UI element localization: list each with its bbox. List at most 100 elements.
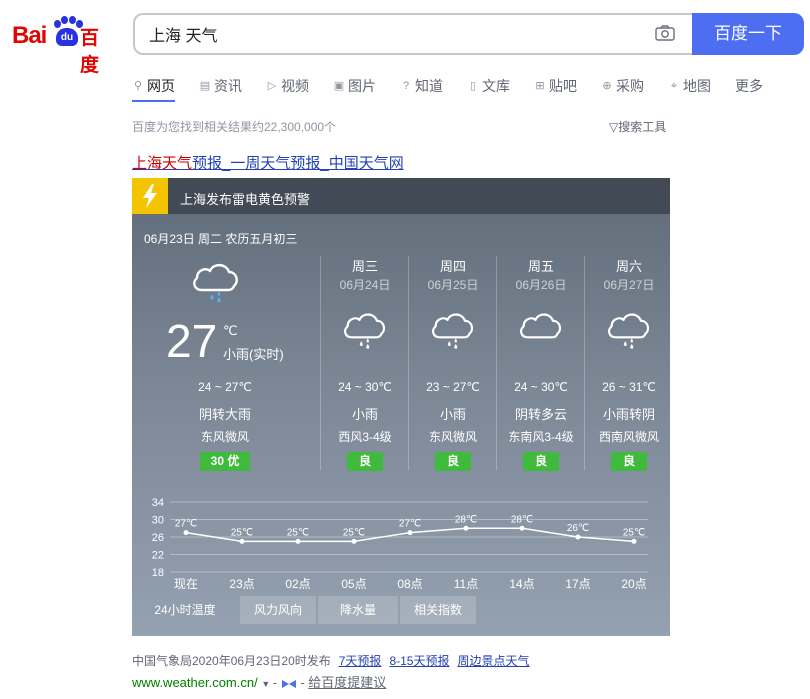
search-icon: ⚲	[133, 80, 143, 92]
result-url[interactable]: www.weather.com.cn/	[132, 675, 258, 690]
doc-icon: ▯	[469, 80, 477, 92]
point-label: 27℃	[399, 519, 421, 530]
point-label: 27℃	[175, 519, 197, 530]
point-label: 25℃	[343, 527, 365, 538]
link-7day[interactable]: 7天预报	[339, 654, 382, 668]
logo-du-text: du	[56, 28, 78, 46]
tab-5[interactable]: ▯ 文库	[467, 76, 510, 96]
x-tick-label: 14点	[509, 577, 534, 591]
temperature-unit: ℃	[223, 323, 238, 338]
today-condition: 阴转大雨	[198, 407, 251, 422]
link-8-15day[interactable]: 8-15天预报	[389, 654, 449, 668]
forecast-wind: 西风3-4级	[338, 430, 392, 444]
x-tick-label: 23点	[229, 577, 254, 591]
today-aqi-badge[interactable]: 30 优	[200, 452, 250, 471]
tab-label: 贴吧	[549, 78, 577, 94]
forecast-condition: 小雨转阴	[602, 407, 655, 422]
forecast-aqi-badge[interactable]: 良	[523, 452, 559, 471]
bow-icon	[281, 679, 296, 688]
point-label: 25℃	[623, 527, 645, 538]
search-button[interactable]: 百度一下	[692, 13, 804, 55]
tab-8[interactable]: ⌖ 地图	[668, 76, 711, 96]
current-temperature: 27	[166, 315, 218, 367]
x-tick-label: 11点	[454, 577, 478, 591]
forecast-aqi-badge[interactable]: 良	[347, 452, 383, 471]
today-wind: 东风微风	[200, 430, 249, 444]
baidu-logo[interactable]: Bai du 百度	[12, 16, 116, 76]
point-label: 25℃	[287, 527, 309, 538]
tab-label: 图片	[348, 78, 376, 94]
forecast-day[interactable]: 周四 06月25日 23 ~ 27℃ 小雨 东风微风良	[408, 256, 496, 471]
forecast-day-name: 周三	[351, 259, 378, 274]
chart-tab-0[interactable]: 24小时温度	[132, 596, 238, 624]
chart-tab-3[interactable]: 相关指数	[400, 596, 476, 624]
result-count: 百度为您找到相关结果约22,300,000个	[132, 120, 337, 134]
weather-card[interactable]: 上海发布雷电黄色预警 06月23日 周二 农历五月初三 27 ℃ 小雨(实时) …	[132, 178, 670, 636]
camera-icon[interactable]	[655, 25, 675, 41]
tab-6[interactable]: ⊞ 贴吧	[534, 76, 577, 96]
tab-label: 资讯	[214, 78, 242, 94]
forecast-day-date: 06月26日	[515, 278, 567, 292]
tab-2[interactable]: ▷ 视频	[266, 76, 309, 96]
tab-1[interactable]: ▤ 资讯	[199, 76, 242, 96]
result-title-highlight: 上海天气	[132, 155, 193, 172]
forecast-temp-range: 26 ~ 31℃	[602, 380, 656, 394]
tab-0[interactable]: ⚲ 网页	[132, 76, 175, 102]
temperature-point	[183, 530, 189, 536]
search-tools[interactable]: ▽搜索工具	[609, 118, 666, 135]
chart-tab-2[interactable]: 降水量	[318, 596, 398, 624]
tab-4[interactable]: ? 知道	[400, 76, 443, 96]
temperature-point	[295, 538, 301, 544]
forecast-day-name: 周四	[439, 259, 466, 274]
filter-icon: ▽	[609, 120, 619, 134]
tab-9[interactable]: 更多	[735, 76, 763, 96]
logo-cn-text: 百度	[80, 28, 100, 76]
tab-label: 文库	[482, 78, 510, 94]
forecast-day[interactable]: 周五 06月26日 24 ~ 30℃ 阴转多云 东南风3-4级良	[496, 256, 584, 471]
forecast-day[interactable]: 周三 06月24日 24 ~ 30℃ 小雨 西风3-4级良	[320, 256, 408, 471]
x-tick-label: 现在	[174, 577, 198, 591]
tab-7[interactable]: ⊕ 采购	[601, 76, 644, 96]
forecast-day[interactable]: 周六 06月27日 26 ~ 31℃ 小雨转阴 西南风微风良	[584, 256, 670, 471]
weather-alert-bar[interactable]: 上海发布雷电黄色预警	[132, 178, 670, 214]
feedback-link[interactable]: 给百度提建议	[308, 675, 386, 690]
video-icon: ▷	[267, 80, 277, 92]
temperature-point	[239, 538, 245, 544]
result-title-rest: 预报_一周天气预报_中国天气网	[192, 155, 404, 172]
map-pin-icon: ⌖	[670, 80, 678, 92]
image-icon: ▣	[333, 80, 345, 92]
forecast-condition: 小雨	[351, 407, 378, 422]
weather-alert-text: 上海发布雷电黄色预警	[180, 192, 311, 207]
forecast-condition: 阴转多云	[514, 407, 567, 422]
forecast-day-date: 06月27日	[603, 278, 655, 292]
tab-label: 视频	[281, 78, 309, 94]
forecast-wind: 西南风微风	[598, 430, 659, 444]
point-label: 28℃	[511, 514, 533, 525]
chart-tab-1[interactable]: 风力风向	[240, 596, 316, 624]
forecast-temp-range: 24 ~ 30℃	[514, 380, 568, 394]
forecast-wind: 东南风3-4级	[508, 430, 574, 444]
x-tick-label: 17点	[565, 577, 590, 591]
search-tabs: ⚲ 网页 ▤ 资讯 ▷ 视频 ▣ 图片 ? 知道 ▯ 文库 ⊞ 贴吧 ⊕ 采购 ⌖ 地图 更多	[132, 76, 787, 102]
current-condition: 小雨(实时)	[223, 347, 284, 362]
paw-icon: du	[52, 16, 83, 48]
url-dropdown-icon[interactable]: ▼	[261, 679, 272, 689]
forecast-aqi-badge[interactable]: 良	[611, 452, 647, 471]
forecast-temp-range: 23 ~ 27℃	[426, 380, 480, 394]
link-nearby[interactable]: 周边景点天气	[457, 654, 529, 668]
temperature-point	[631, 538, 637, 544]
point-label: 26℃	[567, 523, 589, 534]
x-tick-label: 05点	[341, 577, 366, 591]
today-temp-range: 24 ~ 27℃	[198, 380, 252, 394]
forecast-aqi-badge[interactable]: 良	[435, 452, 471, 471]
tab-3[interactable]: ▣ 图片	[333, 76, 376, 96]
search-input[interactable]	[149, 25, 629, 43]
source-text: 中国气象局2020年06月23日20时发布	[132, 654, 331, 668]
result-title-link[interactable]: 上海天气预报_一周天气预报_中国天气网	[132, 152, 404, 173]
logo-bai-text: Bai	[12, 22, 47, 49]
temperature-point	[351, 538, 357, 544]
y-tick-label: 22	[152, 550, 164, 562]
search-tools-label: 搜索工具	[618, 120, 667, 134]
forecast-wind: 东风微风	[428, 430, 477, 444]
today-date: 06月23日 周二 农历五月初三	[144, 232, 298, 246]
